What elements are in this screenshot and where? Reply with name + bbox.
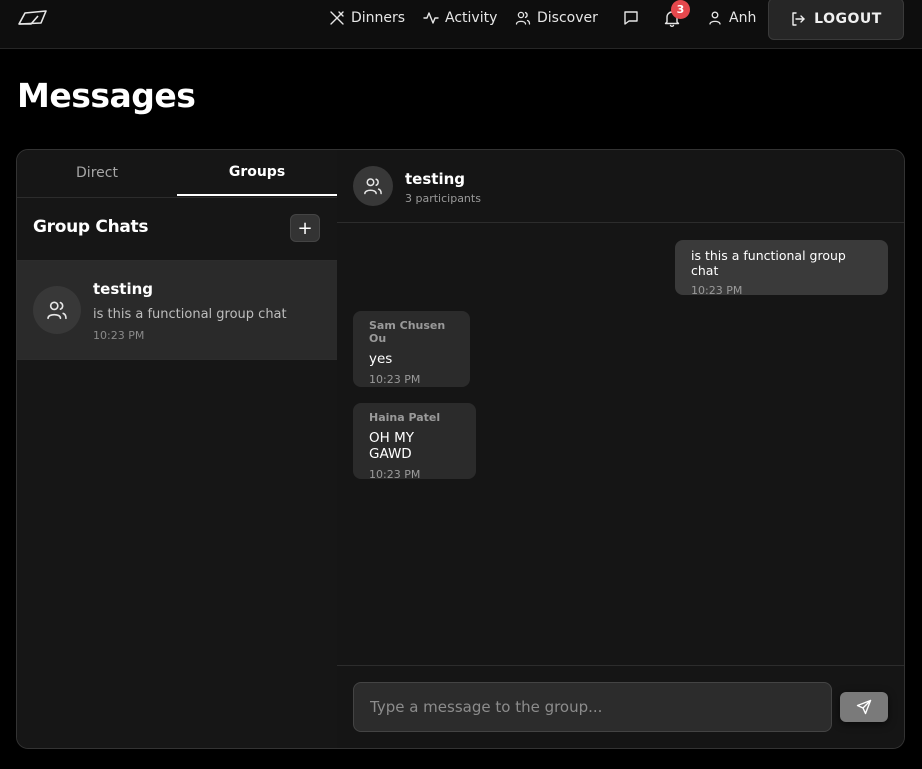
message-square-icon[interactable] <box>622 9 640 27</box>
new-group-button[interactable]: + <box>290 214 320 242</box>
message-bubble-own: is this a functional group chat 10:23 PM <box>675 240 888 297</box>
conversation-name: testing <box>93 280 153 298</box>
participant-count: 3 participants <box>405 192 481 205</box>
chat-title: testing <box>405 170 465 188</box>
conversation-tabs: Direct Groups <box>17 150 337 198</box>
nav-dinners-link[interactable]: Dinners <box>329 8 405 28</box>
logout-label: LOGOUT <box>814 11 882 27</box>
messages-panel: Direct Groups Group Chats + testing is t… <box>16 149 905 749</box>
message-text: OH MY GAWD <box>369 430 414 462</box>
tent-logo-icon[interactable] <box>17 8 49 28</box>
message-time: 10:23 PM <box>369 373 421 386</box>
utensils-icon <box>330 11 344 25</box>
page-title: Messages <box>17 76 196 115</box>
users-icon <box>515 11 531 25</box>
conversation-sidebar: Direct Groups Group Chats + testing is t… <box>17 150 338 748</box>
chat-header: testing 3 participants <box>337 150 904 223</box>
send-button[interactable] <box>840 692 888 722</box>
group-avatar <box>33 286 81 334</box>
message-sender: Sam Chusen Ou <box>369 319 446 345</box>
send-icon <box>856 699 872 715</box>
tab-direct[interactable]: Direct <box>17 150 177 196</box>
message-time: 10:23 PM <box>691 284 743 297</box>
message-text: yes <box>369 351 393 367</box>
conversation-preview: is this a functional group chat <box>93 307 287 322</box>
nav-user-name: Anh <box>729 10 757 26</box>
top-navbar: Dinners Activity Discover 3 Anh LOGOUT <box>0 0 922 49</box>
conversation-time: 10:23 PM <box>93 329 145 342</box>
chat-pane: testing 3 participants is this a functio… <box>337 150 904 748</box>
message-bubble: Haina Patel OH MY GAWD 10:23 PM <box>353 403 476 481</box>
nav-activity-label: Activity <box>445 10 498 26</box>
message-text: is this a functional group chat <box>691 248 846 278</box>
plus-icon: + <box>297 217 313 239</box>
nav-discover-link[interactable]: Discover <box>515 8 598 28</box>
message-sender: Haina Patel <box>369 411 441 424</box>
nav-activity-link[interactable]: Activity <box>423 8 497 28</box>
tab-groups[interactable]: Groups <box>177 150 337 196</box>
users-icon <box>47 301 67 320</box>
users-icon <box>364 178 382 195</box>
message-input[interactable] <box>353 682 832 732</box>
user-icon <box>709 11 721 25</box>
logout-button[interactable]: LOGOUT <box>768 0 904 40</box>
message-time: 10:23 PM <box>369 468 421 481</box>
nav-dinners-label: Dinners <box>351 10 406 26</box>
nav-discover-label: Discover <box>537 10 598 26</box>
message-composer <box>337 665 904 748</box>
notification-count-badge: 3 <box>671 0 690 19</box>
chat-group-avatar <box>353 166 393 206</box>
activity-pulse-icon <box>423 12 439 24</box>
group-chats-heading: Group Chats <box>33 217 149 237</box>
conversation-item[interactable]: testing is this a functional group chat … <box>17 260 337 360</box>
message-bubble: Sam Chusen Ou yes 10:23 PM <box>353 311 470 387</box>
nav-user-profile-link[interactable]: Anh <box>707 8 756 28</box>
logout-icon <box>792 12 805 26</box>
